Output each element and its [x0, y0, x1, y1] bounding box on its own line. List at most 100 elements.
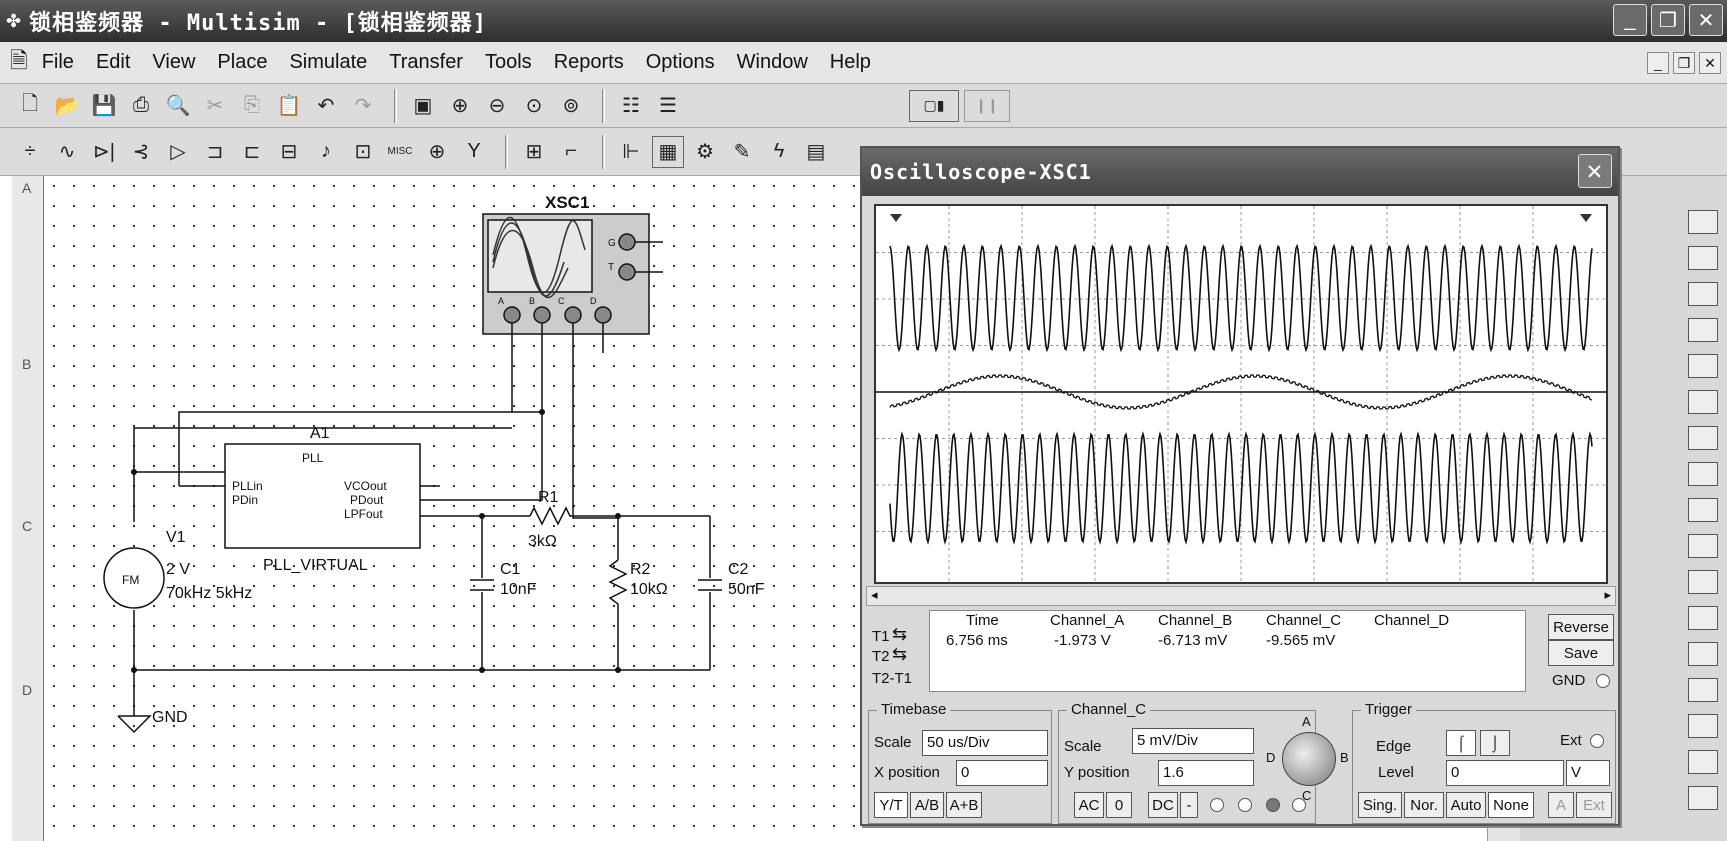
doc-restore-button[interactable]: ❐ [1673, 52, 1695, 74]
channel-invert-button[interactable]: - [1180, 792, 1198, 818]
logic-analyzer-icon[interactable] [1688, 498, 1718, 522]
trigger-normal-button[interactable]: Nor. [1404, 792, 1444, 818]
channel-radio-b[interactable] [1238, 798, 1252, 812]
inst-port-b: B [529, 296, 535, 306]
coupling-ac-button[interactable]: AC [1074, 792, 1104, 818]
trigger-title: Trigger [1361, 701, 1416, 718]
channel-radio-c[interactable] [1266, 798, 1280, 812]
oscilloscope-title-bar[interactable]: Oscilloscope-XSC1 ✕ [862, 148, 1618, 196]
channel-radio-a[interactable] [1210, 798, 1224, 812]
screen-horizontal-scrollbar[interactable]: ◂ ▸ [866, 586, 1616, 606]
channel-scale-label: Scale [1064, 738, 1102, 755]
network-analyzer-icon[interactable] [1688, 678, 1718, 702]
trigger-single-button[interactable]: Sing. [1358, 792, 1402, 818]
t1-arrows-icon[interactable]: ⇆ [892, 624, 907, 645]
r2-label: R2 [630, 561, 651, 578]
wattmeter-icon[interactable] [1688, 282, 1718, 306]
reverse-button[interactable]: Reverse [1548, 614, 1614, 640]
gnd-label: GND [1552, 672, 1586, 689]
doc-close-button[interactable]: ✕ [1699, 52, 1721, 74]
y-position-field[interactable]: 1.6 [1158, 760, 1254, 786]
trigger-auto-button[interactable]: Auto [1446, 792, 1486, 818]
t2-arrows-icon[interactable]: ⇆ [892, 644, 907, 665]
header-time: Time [966, 612, 999, 629]
t2-t1-label: T2-T1 [872, 670, 913, 687]
agilent-scope-icon[interactable] [1688, 786, 1718, 810]
oscilloscope-close-icon[interactable]: ✕ [1578, 154, 1612, 188]
frequency-counter-icon[interactable] [1688, 426, 1718, 450]
ext-label: Ext [1560, 732, 1582, 749]
knob-label-b: B [1340, 750, 1349, 765]
multimeter-icon[interactable] [1688, 210, 1718, 234]
ext-trigger-terminal[interactable] [1590, 734, 1604, 748]
agilent-generator-icon[interactable] [1688, 714, 1718, 738]
v1-amplitude: 2 V [166, 561, 190, 578]
rising-edge-icon[interactable]: ⌠ [1446, 730, 1476, 756]
pll-pdout-label: PDout [350, 493, 384, 507]
header-channel-c: Channel_C [1266, 612, 1342, 629]
coupling-zero-button[interactable]: 0 [1106, 792, 1132, 818]
gnd-label: GND [152, 709, 188, 726]
inst-port-d: D [590, 296, 597, 306]
save-button[interactable]: Save [1548, 640, 1614, 666]
timebase-scale-field[interactable]: 50 us/Div [922, 730, 1048, 756]
channel-selector-knob[interactable] [1282, 732, 1336, 786]
edge-label: Edge [1376, 738, 1412, 755]
oscilloscope-icon[interactable] [1688, 318, 1718, 342]
logic-converter-icon[interactable] [1688, 534, 1718, 558]
mode-a-plus-b-button[interactable]: A+B [946, 792, 982, 818]
level-field[interactable]: 0 [1446, 760, 1564, 786]
scope-trace-display [876, 206, 1606, 582]
c2-label: C2 [728, 561, 749, 578]
level-unit-select[interactable]: V [1566, 760, 1610, 786]
bode-plotter-icon[interactable] [1688, 390, 1718, 414]
trigger-source-ext-button[interactable]: Ext [1576, 792, 1612, 818]
run-switch-icon[interactable]: ▢▮ [909, 89, 959, 122]
falling-edge-icon[interactable]: ⌡ [1480, 730, 1510, 756]
mode-yt-button[interactable]: Y/T [874, 792, 908, 818]
y-position-label: Y position [1064, 764, 1130, 781]
channel-title: Channel_C [1067, 701, 1151, 718]
spectrum-analyzer-icon[interactable] [1688, 642, 1718, 666]
gnd-terminal[interactable] [1596, 674, 1610, 688]
x-position-field[interactable]: 0 [956, 760, 1048, 786]
pll-pdin-label: PDin [232, 493, 258, 507]
c1-label: C1 [500, 561, 521, 578]
iv-analyzer-icon[interactable] [1688, 570, 1718, 594]
c2-value: 50nF [728, 581, 765, 598]
t1-channel-a-value: -1.973 V [1054, 632, 1111, 649]
doc-minimize-button[interactable]: _ [1647, 52, 1669, 74]
four-channel-scope-icon[interactable] [1688, 354, 1718, 378]
function-generator-icon[interactable] [1688, 246, 1718, 270]
agilent-multimeter-icon[interactable] [1688, 750, 1718, 774]
trigger-source-a-button[interactable]: A [1548, 792, 1574, 818]
t1-channel-b-value: -6.713 mV [1158, 632, 1228, 649]
t1-label: T1 [872, 628, 890, 645]
v1-label: V1 [166, 529, 186, 546]
level-label: Level [1378, 764, 1414, 781]
pll-type-label: PLL [302, 451, 324, 465]
schematic-diagram[interactable]: XSC1 A B C D G T A1 PLL PLLin PDin VCOou… [0, 0, 860, 841]
channel-scale-field[interactable]: 5 mV/Div [1132, 728, 1254, 754]
coupling-dc-button[interactable]: DC [1148, 792, 1178, 818]
inst-port-c: C [558, 296, 565, 306]
distortion-analyzer-icon[interactable] [1688, 606, 1718, 630]
trigger-none-button[interactable]: None [1488, 792, 1534, 818]
knob-label-c: C [1302, 788, 1312, 803]
restore-button[interactable]: ❐ [1651, 4, 1685, 36]
t1-channel-c-value: -9.565 mV [1266, 632, 1336, 649]
inst-port-g: G [608, 238, 616, 249]
word-generator-icon[interactable] [1688, 462, 1718, 486]
oscilloscope-screen[interactable] [874, 204, 1608, 584]
minimize-button[interactable]: _ [1613, 4, 1647, 36]
pll-ref-label: A1 [310, 425, 330, 442]
mode-ab-button[interactable]: A/B [910, 792, 944, 818]
header-channel-b: Channel_B [1158, 612, 1233, 629]
pause-switch-icon[interactable]: ❙❙ [964, 89, 1010, 122]
v1-frequency: 70kHz 5kHz [166, 585, 252, 602]
close-button[interactable]: ✕ [1689, 4, 1723, 36]
header-channel-a: Channel_A [1050, 612, 1125, 629]
knob-label-a: A [1302, 714, 1311, 729]
pll-vcoout-label: VCOout [344, 479, 387, 493]
t2-label: T2 [872, 648, 890, 665]
